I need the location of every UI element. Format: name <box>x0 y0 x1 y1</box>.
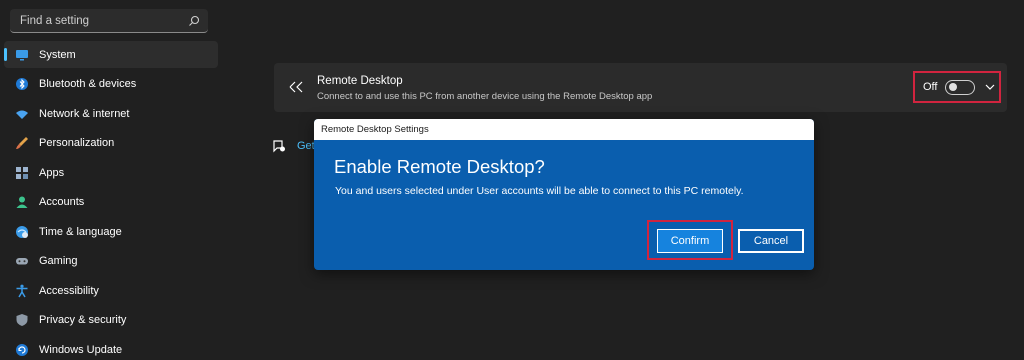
get-help-label[interactable]: Get <box>297 140 315 152</box>
chevron-down-icon[interactable] <box>985 83 995 91</box>
dialog-message: You and users selected under User accoun… <box>335 185 744 197</box>
sidebar-item-label: Bluetooth & devices <box>39 78 137 90</box>
globe-clock-icon <box>15 225 29 239</box>
sidebar-item-gaming[interactable]: Gaming <box>4 248 218 275</box>
wifi-icon <box>15 107 29 121</box>
sidebar-item-label: Network & internet <box>39 107 130 120</box>
search-icon[interactable] <box>188 15 200 27</box>
dialog-window-title: Remote Desktop Settings <box>321 124 429 135</box>
cancel-button[interactable]: Cancel <box>738 229 804 253</box>
toggle-knob <box>949 83 958 91</box>
remote-desktop-toggle[interactable] <box>945 79 976 95</box>
shield-icon <box>15 313 29 327</box>
remote-desktop-card[interactable]: Remote Desktop Connect to and use this P… <box>274 63 1007 112</box>
sidebar-item-label: Accounts <box>39 196 85 208</box>
brush-icon <box>15 136 29 150</box>
sidebar-item-label: Time & language <box>39 225 122 238</box>
sidebar-item-accounts[interactable]: Accounts <box>4 189 218 216</box>
remote-desktop-toggle-group: Off <box>913 71 1001 103</box>
sidebar-item-personalization[interactable]: Personalization <box>4 130 218 157</box>
sidebar-item-network[interactable]: Network & internet <box>4 100 218 127</box>
update-icon <box>15 343 29 357</box>
sidebar-item-system[interactable]: System <box>4 41 218 68</box>
sidebar-item-privacy[interactable]: Privacy & security <box>4 307 218 334</box>
search-box[interactable]: Find a setting <box>10 9 208 33</box>
search-input[interactable]: Find a setting <box>20 15 188 27</box>
get-help-link[interactable]: Get <box>272 139 315 153</box>
dialog-heading: Enable Remote Desktop? <box>334 156 545 177</box>
sidebar: Find a setting System Bluetooth & device… <box>0 0 225 360</box>
sidebar-item-windows-update[interactable]: Windows Update <box>4 336 218 360</box>
sidebar-item-label: Apps <box>39 166 65 179</box>
sidebar-item-apps[interactable]: Apps <box>4 159 218 186</box>
dialog-titlebar[interactable]: Remote Desktop Settings <box>314 119 814 140</box>
system-icon <box>15 48 29 62</box>
sidebar-item-label: System <box>39 48 76 61</box>
help-chat-icon <box>273 140 285 153</box>
person-icon <box>15 195 29 209</box>
sidebar-item-label: Gaming <box>39 255 78 267</box>
apps-icon <box>15 166 29 180</box>
remote-desktop-icon <box>289 81 303 93</box>
sidebar-item-time-language[interactable]: Time & language <box>4 218 218 245</box>
sidebar-item-label: Windows Update <box>39 343 123 356</box>
toggle-state-label: Off <box>923 81 938 93</box>
sidebar-item-label: Accessibility <box>39 284 99 297</box>
sidebar-nav: System Bluetooth & devices Network & int… <box>0 41 218 360</box>
confirm-button[interactable]: Confirm <box>657 229 723 253</box>
sidebar-item-label: Privacy & security <box>39 314 127 326</box>
gamepad-icon <box>15 254 29 268</box>
accessibility-icon <box>15 284 29 298</box>
sidebar-item-accessibility[interactable]: Accessibility <box>4 277 218 304</box>
remote-desktop-description: Connect to and use this PC from another … <box>317 91 653 102</box>
sidebar-item-bluetooth[interactable]: Bluetooth & devices <box>4 71 218 98</box>
remote-desktop-dialog: Remote Desktop Settings Enable Remote De… <box>314 119 814 270</box>
bluetooth-icon <box>15 77 29 91</box>
remote-desktop-title: Remote Desktop <box>317 75 403 87</box>
sidebar-item-label: Personalization <box>39 137 115 149</box>
